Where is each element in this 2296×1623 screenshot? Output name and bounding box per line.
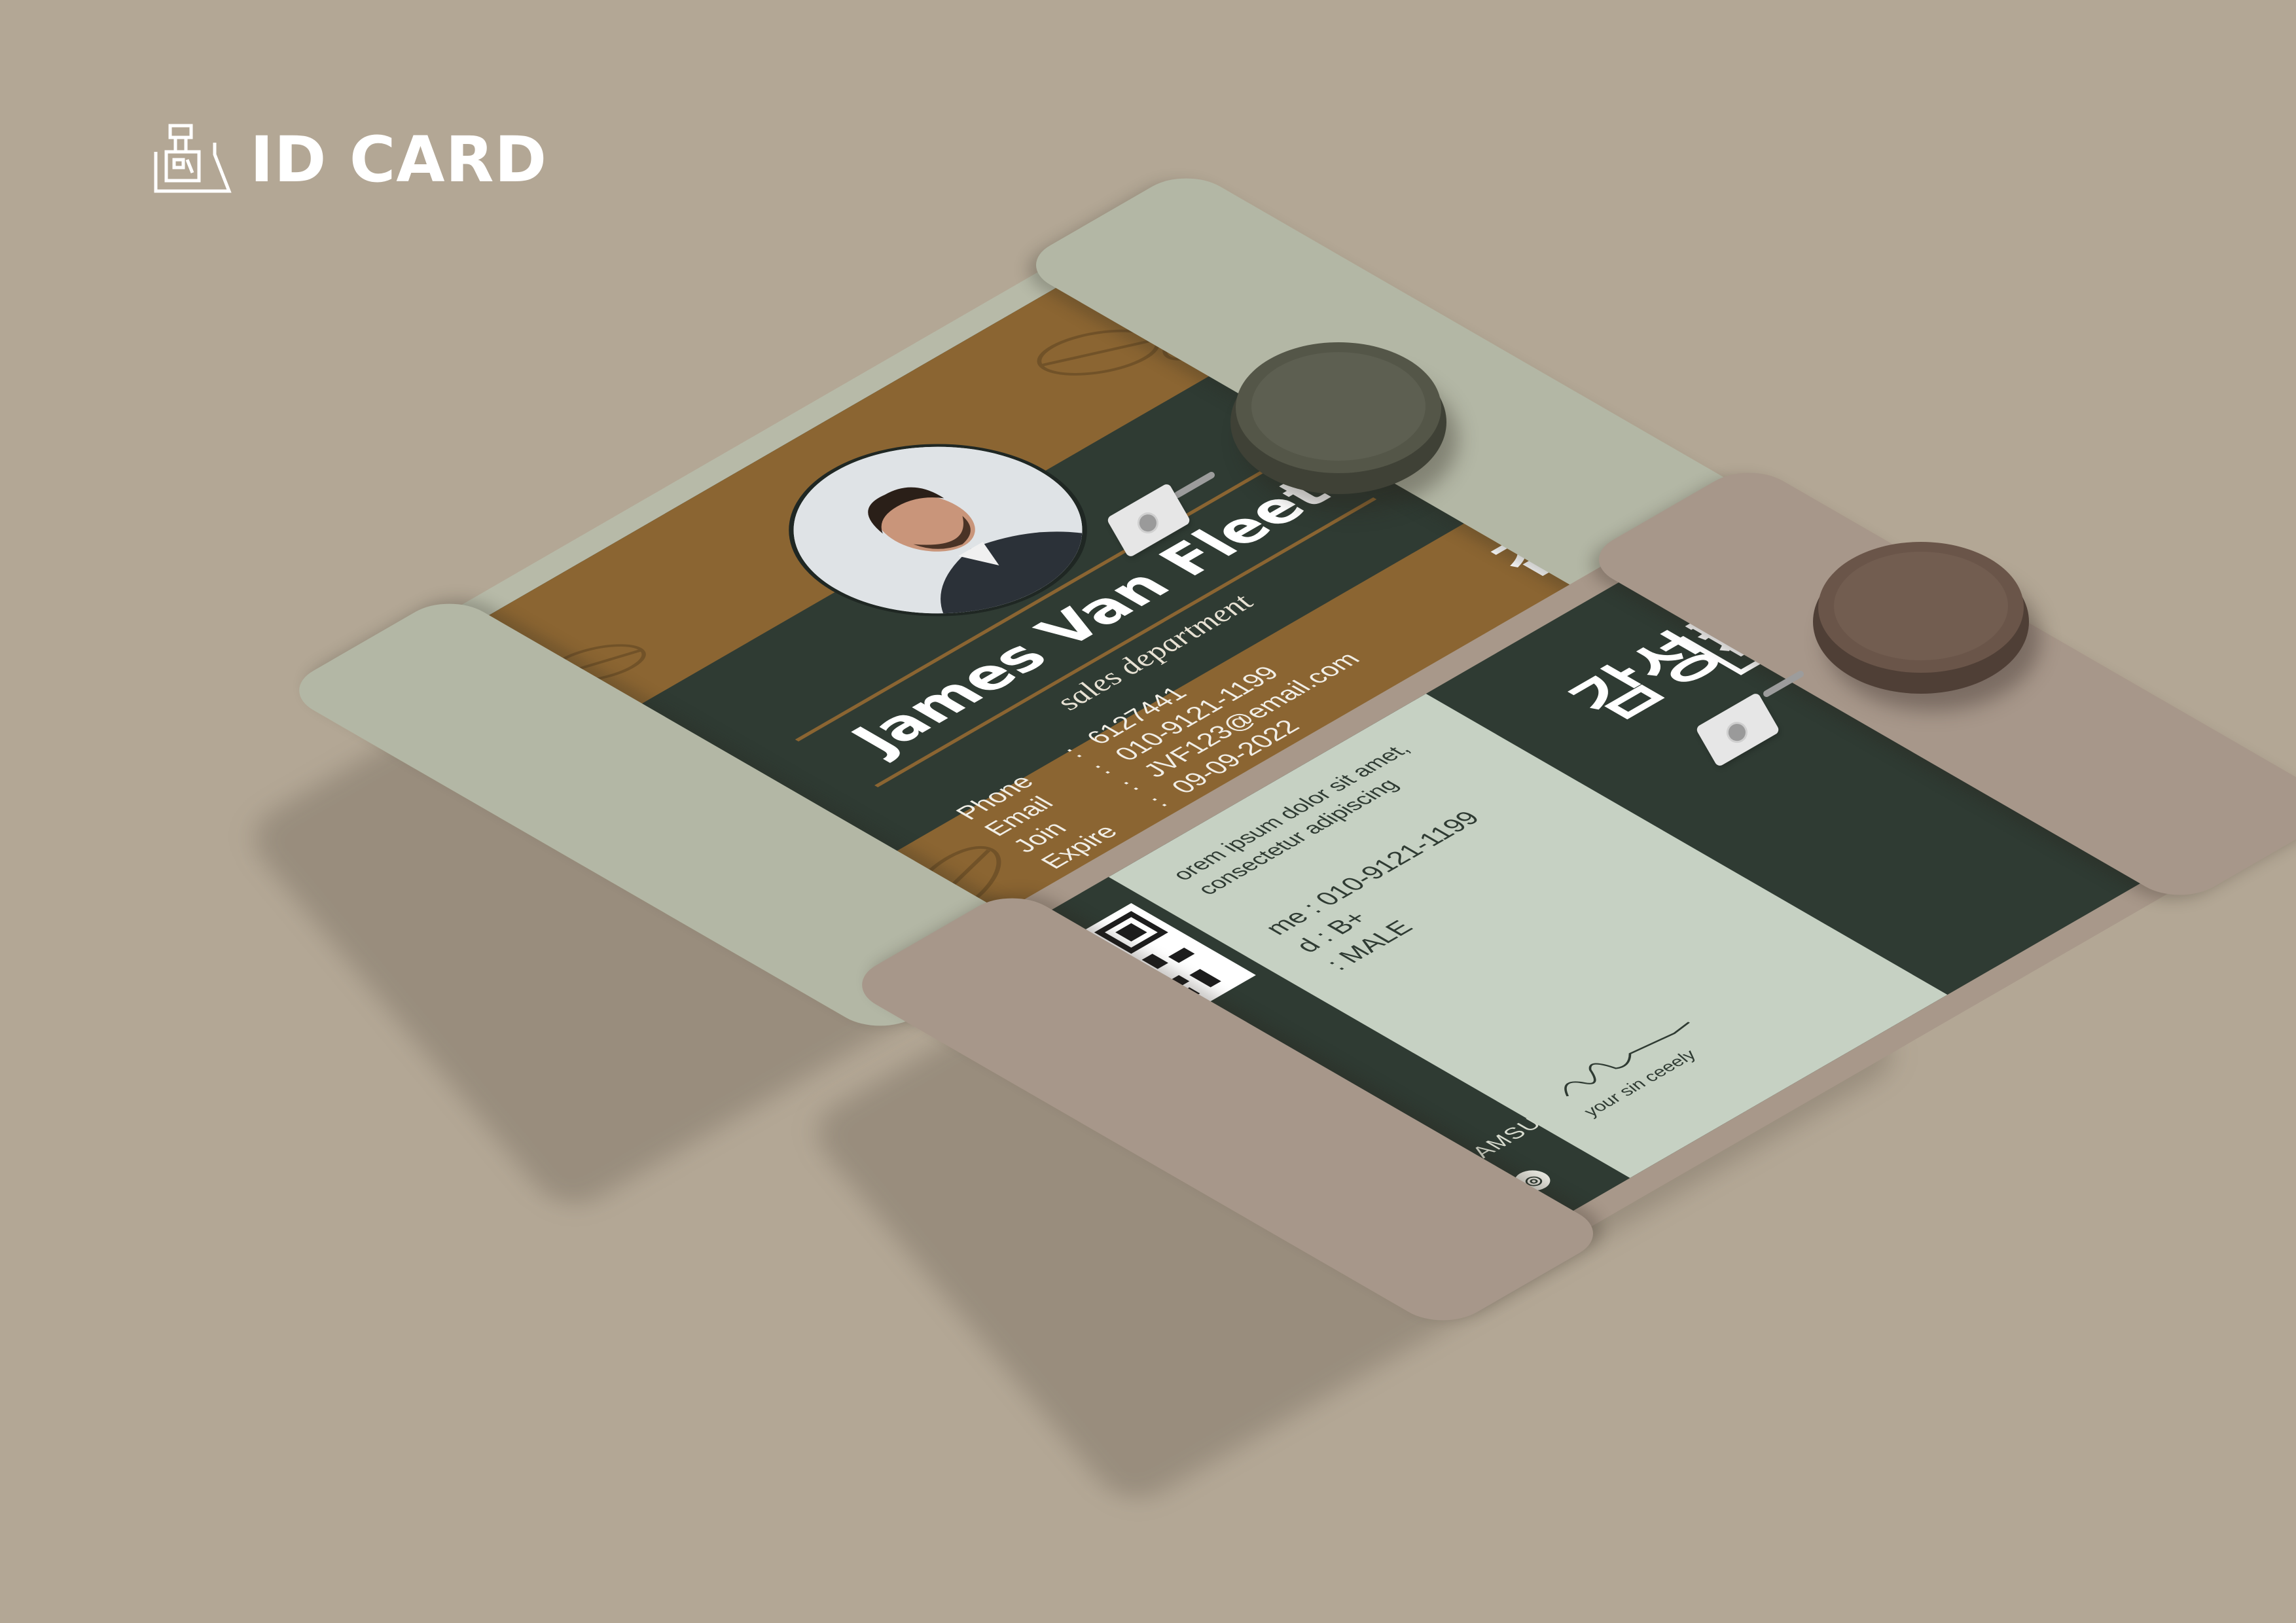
coffee-shop-logo-icon bbox=[154, 124, 232, 193]
clip-rivet-icon bbox=[1723, 718, 1751, 747]
page-header: ID CARD bbox=[152, 123, 547, 196]
page-title: ID CARD bbox=[250, 123, 548, 196]
olive-badge-reel-inner bbox=[1251, 352, 1426, 461]
brown-badge-reel-inner bbox=[1834, 552, 2008, 660]
clip-rivet-icon bbox=[1134, 508, 1162, 537]
